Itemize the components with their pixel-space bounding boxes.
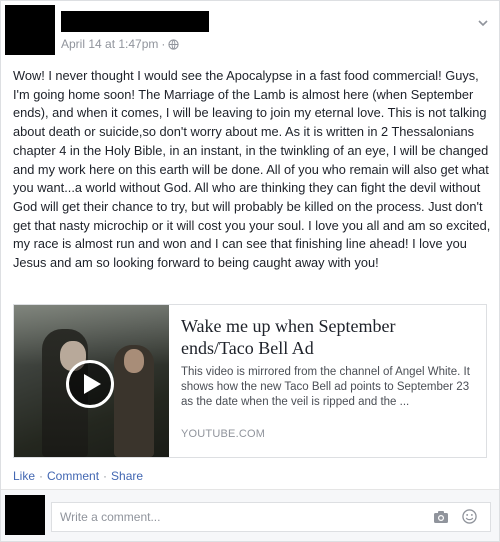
link-preview-card[interactable]: Wake me up when September ends/Taco Bell… (13, 304, 487, 458)
link-card-description: This video is mirrored from the channel … (181, 366, 470, 408)
post-timestamp[interactable]: April 14 at 1:47pm (61, 37, 158, 51)
action-separator: · (103, 469, 108, 483)
meta-separator: · (161, 37, 166, 51)
avatar[interactable] (5, 5, 55, 55)
globe-icon[interactable] (168, 38, 180, 50)
comment-input[interactable] (51, 502, 491, 532)
like-link[interactable]: Like (13, 469, 35, 483)
comment-link[interactable]: Comment (47, 469, 99, 483)
link-card-body[interactable]: Wake me up when September ends/Taco Bell… (169, 305, 486, 457)
author-name-redacted[interactable] (61, 11, 209, 32)
post-card: April 14 at 1:47pm · Wow! I never though… (0, 0, 500, 542)
comment-composer (1, 489, 499, 541)
emoji-icon[interactable] (462, 509, 477, 524)
chevron-down-icon[interactable] (477, 17, 489, 29)
link-card-source: YOUTUBE.COM (181, 428, 266, 440)
action-separator: · (39, 469, 44, 483)
camera-icon[interactable] (433, 510, 449, 524)
play-icon[interactable] (66, 360, 114, 408)
link-card-title[interactable]: Wake me up when September ends/Taco Bell… (181, 315, 417, 359)
post-text: Wow! I never thought I would see the Apo… (13, 68, 491, 271)
share-link[interactable]: Share (111, 469, 143, 483)
video-thumbnail[interactable] (14, 305, 169, 457)
post-meta: April 14 at 1:47pm · (61, 37, 180, 51)
commenter-avatar (5, 495, 45, 535)
post-actions: Like · Comment · Share (13, 469, 143, 483)
